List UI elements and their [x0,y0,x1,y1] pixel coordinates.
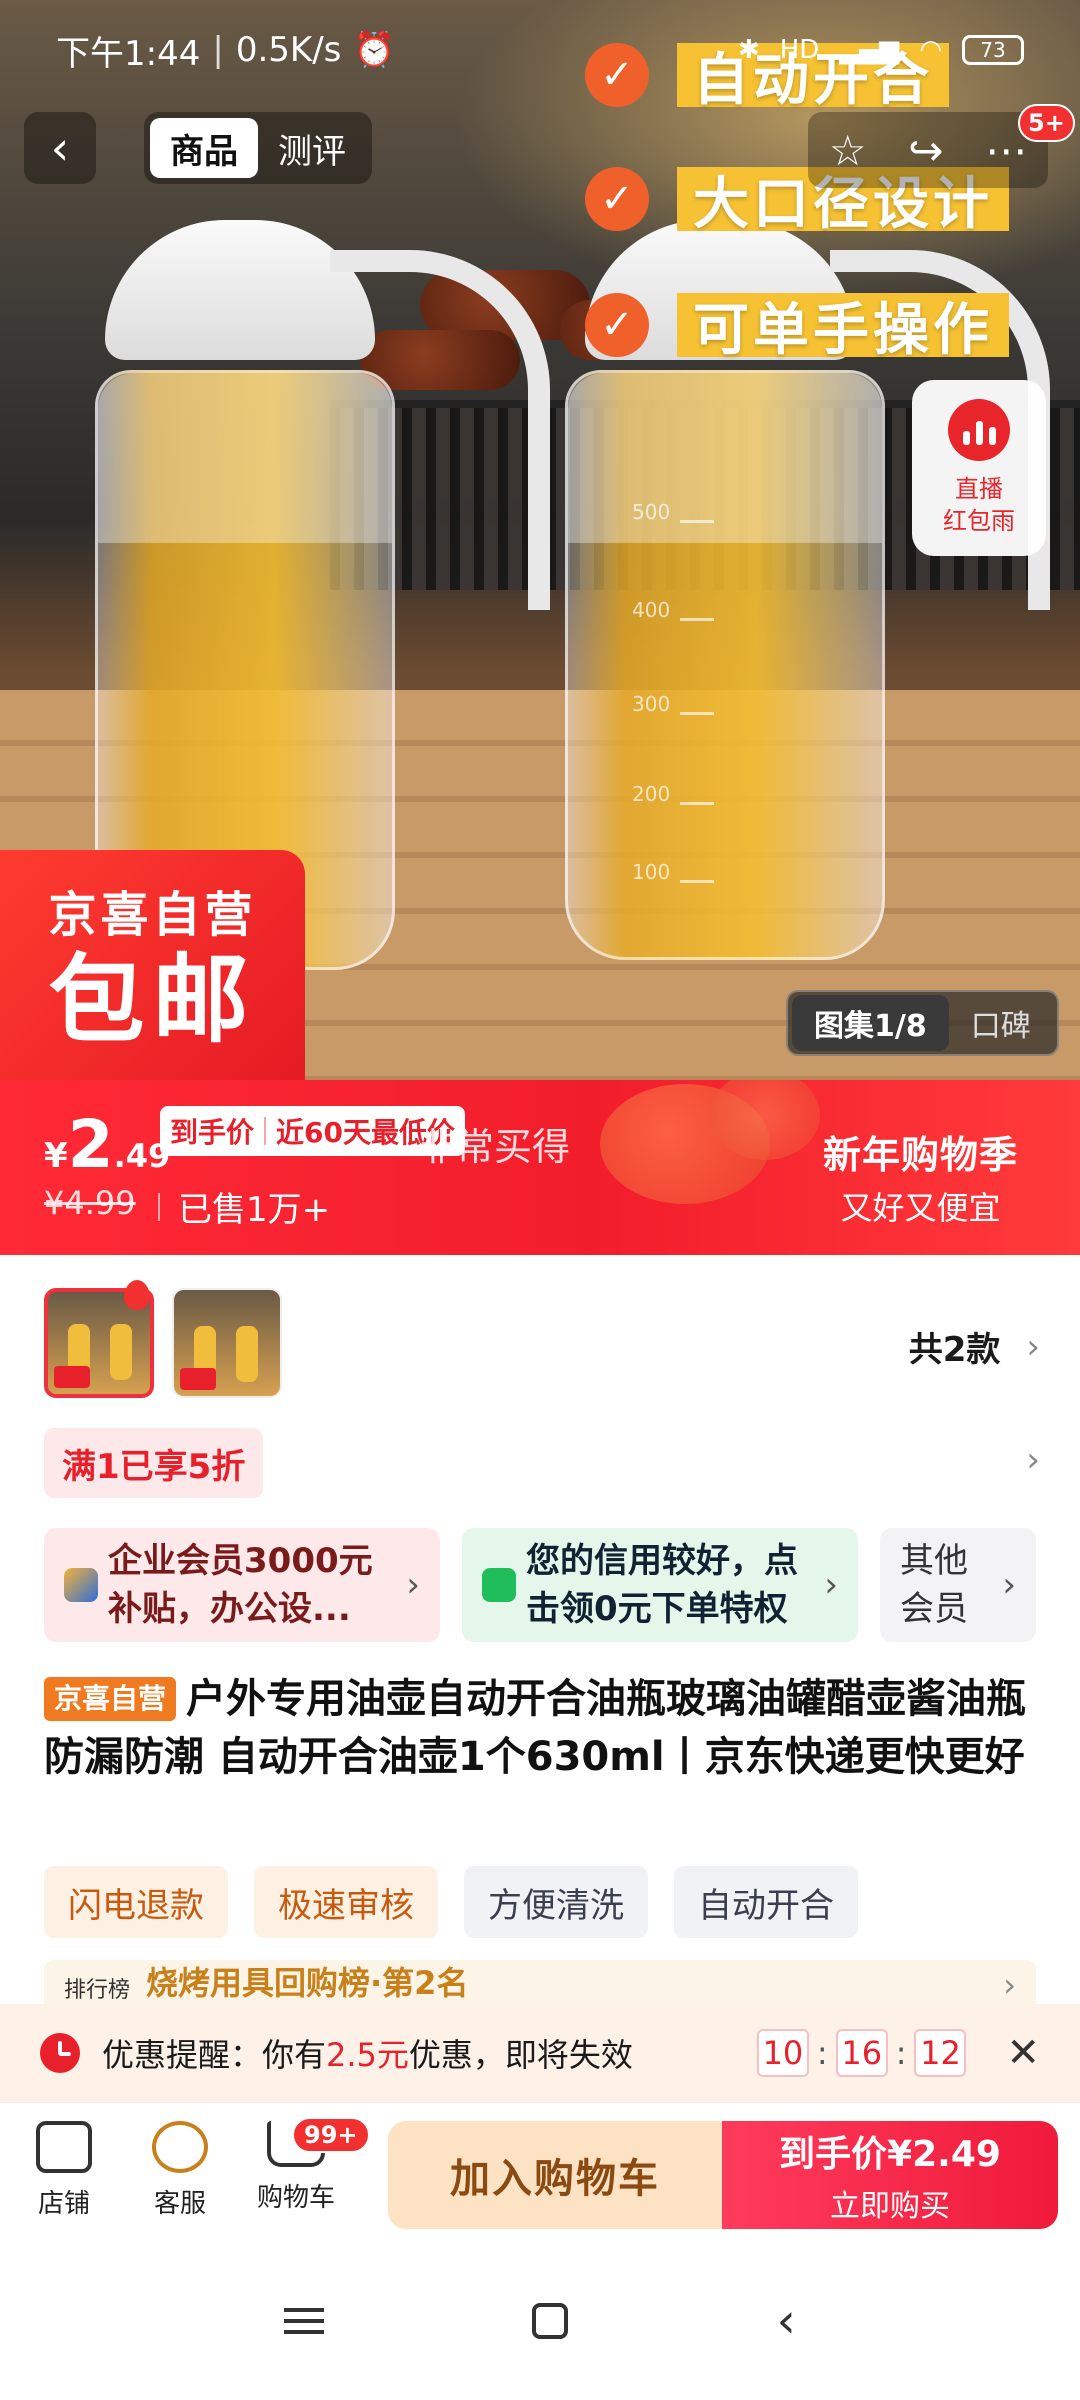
countdown-timer: 10: 16: 12 [756,2029,967,2077]
chevron-right-icon: › [1002,1565,1016,1605]
gallery-tab[interactable]: 图集1/8 [792,995,949,1051]
close-icon[interactable]: ✕ [1006,2030,1040,2076]
banner-slogan: 非常买得 [418,1125,571,1169]
chevron-right-icon[interactable]: › [1026,1440,1040,1480]
variant-thumb[interactable] [172,1288,282,1398]
feature-one-hand: ✓ 可单手操作 [585,290,1009,363]
live-red-packet-button[interactable]: 直播 红包雨 [912,380,1046,556]
chevron-right-icon: › [824,1565,838,1605]
bluetooth-icon: ✱ [737,35,760,65]
variant-total-button[interactable]: 共2款 › [909,1322,1040,1371]
enterprise-member-card[interactable]: 企业会员3000元补贴，办公设... › [44,1528,440,1642]
scale-mark: 400 [632,598,671,622]
enterprise-icon [64,1568,98,1602]
share-icon[interactable]: ↪ [908,126,943,175]
current-price: ¥2.49 [44,1106,171,1183]
hot-icon [124,1280,150,1310]
store-icon [36,2121,92,2173]
top-actions: ☆ ↪ ⋯ [808,112,1048,188]
back-icon[interactable]: ‹ [777,2293,796,2349]
menu-icon[interactable] [284,2308,325,2334]
network-speed: 0.5K/s [235,30,342,70]
cart-count-badge: 99+ [292,2117,370,2153]
tab-product[interactable]: 商品 [150,118,258,178]
clock-icon [40,2033,80,2073]
message-badge: 5+ [1018,104,1075,142]
signal-icon: ▂▄▆ [839,35,900,65]
discount-badge[interactable]: 满1已享5折 [44,1428,264,1498]
wifi-icon: ◠ [919,35,942,65]
self-operated-tag: 京喜自营 [44,1677,177,1721]
chip-auto-open[interactable]: 自动开合 [674,1866,858,1938]
chip-fast-review[interactable]: 极速审核 [254,1866,438,1938]
service-button[interactable]: 客服 [120,2121,240,2220]
scale-mark: 100 [632,860,671,884]
status-bar: 下午1:44 | 0.5K/s ⏰ ✱ HD ▂▄▆ ◠ 73 [0,0,1080,100]
alarm-icon: ⏰ [353,30,396,70]
battery-icon: 73 [962,35,1024,65]
chevron-right-icon: › [406,1565,420,1605]
add-to-cart-button[interactable]: 加入购物车 [388,2121,722,2229]
top-tabs: 商品 测评 [144,112,372,184]
chevron-right-icon: › [1003,1966,1016,2004]
status-time: 下午1:44 [56,33,201,74]
gallery-switch: 图集1/8 口碑 [786,990,1059,1056]
coupon-reminder: 优惠提醒：你有 2.5元 优惠，即将失效 10: 16: 12 ✕ [0,2004,1080,2102]
bottom-action-bar: 店铺 客服 购物车 99+ 加入购物车 到手价¥2.49 立即购买 [0,2102,1080,2242]
other-member-card[interactable]: 其他会员 › [880,1528,1036,1642]
check-icon: ✓ [585,167,649,231]
chat-icon [152,2121,208,2173]
sold-count: 已售1万+ [158,1182,330,1231]
original-price: ¥4.99 [44,1184,136,1222]
system-navigation-bar: ‹ [0,2242,1080,2400]
scale-mark: 300 [632,692,671,716]
price-banner: ¥2.49 到手价 近60天最低价 非常买得 ¥4.99 已售1万+ 新年购物季 … [0,1080,1080,1255]
chip-easy-clean[interactable]: 方便清洗 [464,1866,648,1938]
tab-review[interactable]: 测评 [258,118,366,178]
product-title: 京喜自营 户外专用油壶自动开合油瓶玻璃油罐醋壶酱油瓶防漏防潮 自动开合油壶1个63… [44,1676,1027,1780]
shop-button[interactable]: 店铺 [4,2121,124,2220]
live-label: 直播 [955,475,1003,503]
live-bars-icon [948,399,1010,461]
buy-now-button[interactable]: 到手价¥2.49 立即购买 [722,2121,1058,2229]
variant-selector: 共2款 › [0,1278,1080,1408]
home-icon[interactable] [532,2303,569,2339]
star-icon[interactable]: ☆ [829,126,867,175]
bottle-handle-left [330,250,550,610]
rank-banner[interactable]: 排行榜 烧烤用具回购榜·第2名 › [44,1960,1036,2004]
festival-label: 新年购物季 又好又便宜 [822,1133,1018,1227]
hd-label: HD [779,35,820,65]
wallet-icon [482,1568,516,1602]
chevron-right-icon: › [1026,1326,1040,1367]
check-icon: ✓ [585,293,649,357]
back-button[interactable]: ‹ [24,112,96,184]
promo-badge: 京喜自营 包邮 [0,850,305,1080]
scale-mark: 500 [632,500,671,524]
chevron-left-icon: ‹ [50,121,70,175]
scale-mark: 200 [632,782,671,806]
credit-card[interactable]: 您的信用较好，点击领0元下单特权 › [462,1528,858,1642]
chip-fast-refund[interactable]: 闪电退款 [44,1866,228,1938]
red-packet-label: 红包雨 [943,507,1015,535]
reviews-tab[interactable]: 口碑 [949,995,1053,1051]
